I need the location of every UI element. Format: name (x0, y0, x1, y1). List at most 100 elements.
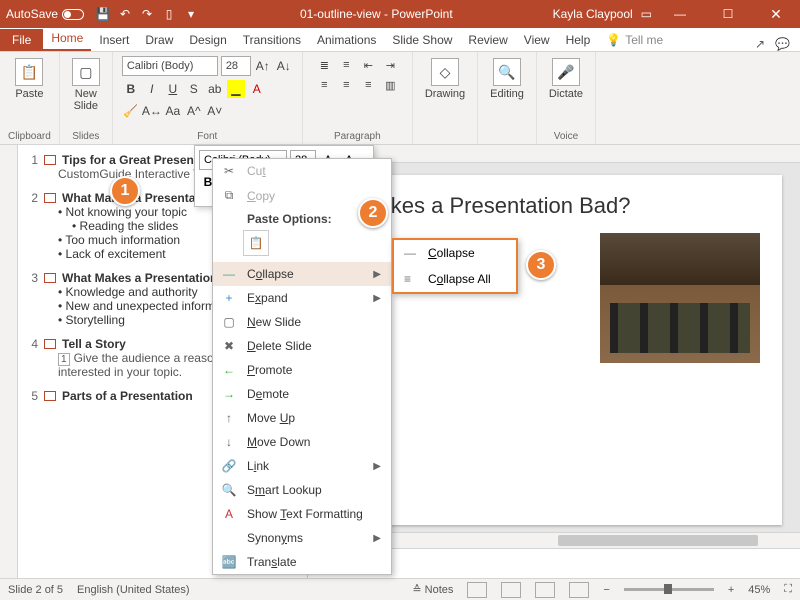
save-icon[interactable]: 💾 (94, 5, 112, 23)
ctx-new-slide[interactable]: ▢New Slide (213, 310, 391, 334)
slideshow-view-icon[interactable] (569, 582, 589, 598)
paste-button[interactable]: 📋 Paste (11, 56, 47, 102)
strike-icon[interactable]: ab (206, 80, 224, 98)
increase-font-icon[interactable]: A↑ (254, 57, 272, 75)
grow-font-icon[interactable]: A^ (185, 102, 203, 120)
ctx-promote[interactable]: ←Promote (213, 358, 391, 382)
submenu-collapse-all[interactable]: ≡Collapse All (394, 266, 516, 292)
ctx-collapse[interactable]: —Collapse▶ (213, 262, 391, 286)
zoom-out-icon[interactable]: − (603, 584, 609, 596)
ctx-delete-slide[interactable]: ✖Delete Slide (213, 334, 391, 358)
highlight-icon[interactable]: ▁ (227, 80, 245, 98)
align-right-icon[interactable]: ≡ (358, 76, 378, 94)
paste-keep-text-button[interactable]: 📋 (243, 230, 269, 256)
zoom-level[interactable]: 45% (748, 584, 770, 596)
slide-title-text[interactable]: t Makes a Presentation Bad? (348, 193, 760, 219)
shadow-icon[interactable]: S (185, 80, 203, 98)
zoom-slider[interactable] (624, 588, 714, 591)
columns-icon[interactable]: ▥ (380, 76, 400, 94)
decrease-font-icon[interactable]: A↓ (275, 57, 293, 75)
align-center-icon[interactable]: ≡ (336, 76, 356, 94)
cut-icon: ✂ (221, 164, 237, 178)
shapes-icon: ◇ (431, 58, 459, 86)
tell-me-search[interactable]: 💡 Tell me (598, 29, 671, 51)
status-bar: Slide 2 of 5 English (United States) ≙ N… (0, 578, 800, 600)
share-icon[interactable]: ↗ (755, 37, 765, 51)
maximize-button[interactable]: ☐ (708, 0, 748, 28)
tab-insert[interactable]: Insert (91, 29, 137, 51)
numbering-icon[interactable]: ≡ (336, 56, 356, 74)
ctx-translate[interactable]: 🔤Translate (213, 550, 391, 574)
notes-toggle[interactable]: ≙ Notes (412, 583, 453, 596)
font-name-combo[interactable]: Calibri (Body) (122, 56, 218, 76)
minimize-button[interactable]: — (660, 0, 700, 28)
comments-icon[interactable]: 💬 (775, 37, 790, 51)
current-slide[interactable]: t Makes a Presentation Bad? ding the sli… (326, 175, 782, 525)
collapse-icon: — (404, 246, 418, 260)
tab-transitions[interactable]: Transitions (235, 29, 309, 51)
submenu-arrow-icon: ▶ (373, 269, 381, 280)
language-indicator[interactable]: English (United States) (77, 584, 190, 596)
slide-indicator[interactable]: Slide 2 of 5 (8, 584, 63, 596)
qat-more-icon[interactable]: ▾ (182, 5, 200, 23)
ribbon-tabs: File Home Insert Draw Design Transitions… (0, 28, 800, 52)
redo-icon[interactable]: ↷ (138, 5, 156, 23)
char-spacing-icon[interactable]: A↔ (143, 102, 161, 120)
reading-view-icon[interactable] (535, 582, 555, 598)
font-size-combo[interactable]: 28 (221, 56, 251, 76)
demote-icon: → (221, 387, 237, 401)
ctx-expand[interactable]: +Expand▶ (213, 286, 391, 310)
underline-icon[interactable]: U (164, 80, 182, 98)
tab-animations[interactable]: Animations (309, 29, 384, 51)
tab-draw[interactable]: Draw (137, 29, 181, 51)
change-case-icon[interactable]: Aa (164, 102, 182, 120)
italic-icon[interactable]: I (143, 80, 161, 98)
collapse-submenu: —Collapse ≡Collapse All (392, 238, 518, 294)
ctx-synonyms[interactable]: Synonyms▶ (213, 526, 391, 550)
tab-home[interactable]: Home (43, 27, 91, 51)
font-color-icon[interactable]: A (248, 80, 266, 98)
fit-to-window-icon[interactable]: ⛶ (784, 583, 792, 596)
bold-icon[interactable]: B (122, 80, 140, 98)
zoom-in-icon[interactable]: + (728, 584, 734, 596)
ctx-demote[interactable]: →Demote (213, 382, 391, 406)
indent-inc-icon[interactable]: ⇥ (380, 56, 400, 74)
new-slide-button[interactable]: ▢ New Slide (68, 56, 104, 114)
tab-review[interactable]: Review (460, 29, 515, 51)
tab-file[interactable]: File (0, 29, 43, 51)
shrink-font-icon[interactable]: A˅ (206, 102, 224, 120)
ctx-show-text-formatting[interactable]: AShow Text Formatting (213, 502, 391, 526)
submenu-collapse[interactable]: —Collapse (394, 240, 516, 266)
ctx-cut[interactable]: ✂Cut (213, 159, 391, 183)
slide-image[interactable] (600, 233, 760, 363)
undo-icon[interactable]: ↶ (116, 5, 134, 23)
slide-icon (44, 273, 56, 283)
normal-view-icon[interactable] (467, 582, 487, 598)
promote-icon: ← (221, 363, 237, 377)
close-button[interactable]: ✕ (756, 0, 796, 28)
delete-icon: ✖ (221, 339, 237, 353)
drawing-button[interactable]: ◇ Drawing (421, 56, 469, 102)
autosave-toggle[interactable]: AutoSave (6, 7, 84, 21)
expand-icon: + (221, 291, 237, 305)
tab-view[interactable]: View (516, 29, 558, 51)
dictate-button[interactable]: 🎤 Dictate (545, 56, 587, 102)
ribbon-options-icon[interactable]: ▭ (641, 7, 652, 21)
start-slideshow-icon[interactable]: ▯ (160, 5, 178, 23)
tab-slideshow[interactable]: Slide Show (384, 29, 460, 51)
bullets-icon[interactable]: ≣ (314, 56, 334, 74)
ctx-smart-lookup[interactable]: 🔍Smart Lookup (213, 478, 391, 502)
clear-format-icon[interactable]: 🧹 (122, 102, 140, 120)
sorter-view-icon[interactable] (501, 582, 521, 598)
ctx-move-up[interactable]: ↑Move Up (213, 406, 391, 430)
slide-icon (44, 193, 56, 203)
tab-design[interactable]: Design (181, 29, 234, 51)
user-name[interactable]: Kayla Claypool (553, 7, 633, 21)
ctx-move-down[interactable]: ↓Move Down (213, 430, 391, 454)
editing-button[interactable]: 🔍 Editing (486, 56, 528, 102)
indent-dec-icon[interactable]: ⇤ (358, 56, 378, 74)
ctx-link[interactable]: 🔗Link▶ (213, 454, 391, 478)
align-left-icon[interactable]: ≡ (314, 76, 334, 94)
link-icon: 🔗 (221, 459, 237, 473)
tab-help[interactable]: Help (558, 29, 599, 51)
